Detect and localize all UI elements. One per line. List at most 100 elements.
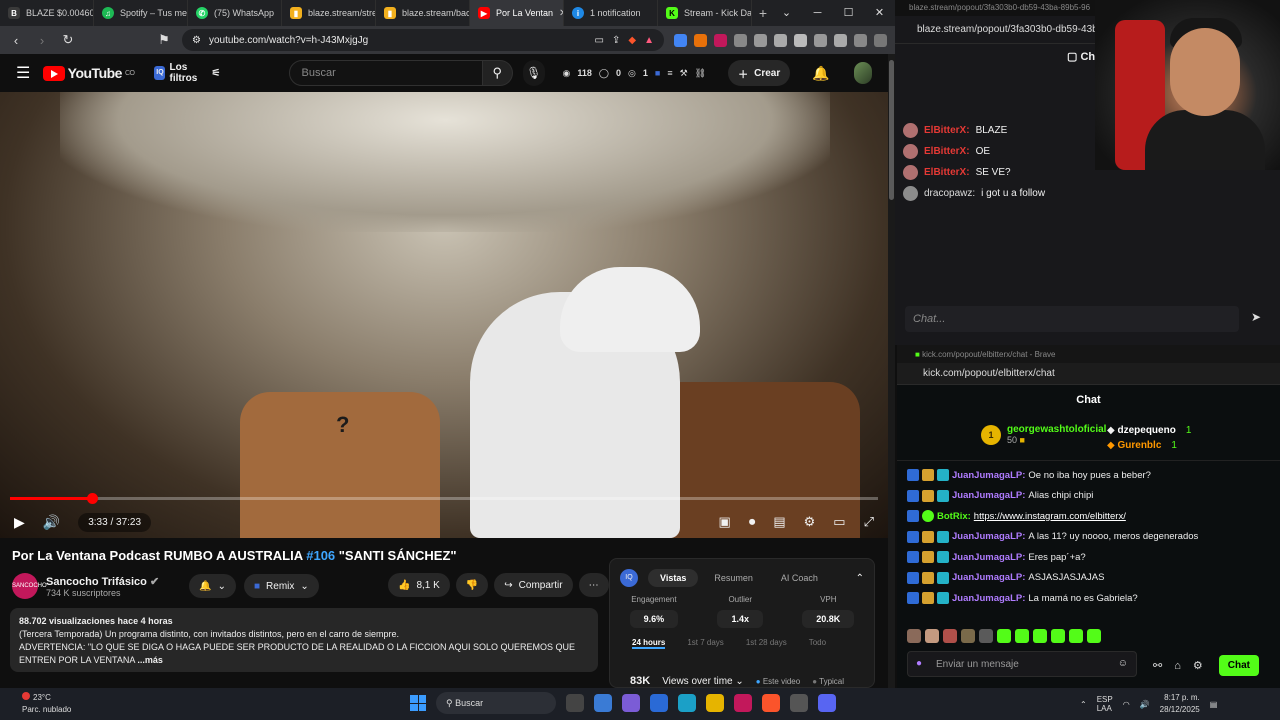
settings-gear-icon[interactable]: ⚙ — [1193, 659, 1203, 672]
more-options-button[interactable]: ⋯ — [578, 573, 609, 597]
dropdown-icon[interactable]: ⌄ — [771, 0, 802, 26]
kick-chat-input[interactable]: ● Enviar un mensaje ☺ — [907, 651, 1137, 677]
tab-spotify[interactable]: ♫ Spotify – Tus me — [94, 0, 188, 26]
mail-icon[interactable] — [734, 694, 752, 712]
minimize-icon[interactable]: ─ — [802, 0, 833, 26]
subscribe-bell-button[interactable]: 🔔 ⌄ — [189, 574, 236, 598]
send-chat-button[interactable]: Chat — [1218, 655, 1259, 676]
like-button[interactable]: 👍 8,1 K — [388, 573, 450, 597]
volume-icon[interactable]: 🔊 — [1140, 700, 1150, 709]
filters-button[interactable]: IQ Los filtros ⚟ — [154, 62, 221, 84]
emote-icon[interactable] — [979, 629, 993, 643]
fullscreen-icon[interactable]: ⤢ — [864, 514, 874, 530]
youtube-logo[interactable]: YouTube CO — [42, 65, 135, 81]
blaze-chat-input[interactable]: Chat... — [905, 306, 1239, 332]
search-input[interactable]: Buscar — [288, 60, 483, 86]
cast-icon[interactable]: ▭ — [595, 35, 604, 46]
discord-icon[interactable] — [818, 694, 836, 712]
tab-youtube-active[interactable]: ▶Por La Ventan✕ — [470, 0, 564, 26]
tab-ai-coach[interactable]: AI Coach — [769, 569, 830, 587]
autoplay-toggle-icon[interactable]: ⏺ — [749, 514, 756, 530]
tab-blaze-stream-2[interactable]: ▮ blaze.stream/bac — [376, 0, 470, 26]
scrollbar-thumb[interactable] — [889, 60, 894, 200]
settings-gear-icon[interactable]: ⚙ — [804, 514, 816, 530]
windows-start-icon[interactable] — [410, 695, 426, 711]
list-icon[interactable]: ≡ — [667, 68, 672, 78]
back-icon[interactable]: ‹ — [8, 33, 24, 48]
emote-icon[interactable] — [1033, 629, 1047, 643]
emote-icon[interactable] — [925, 629, 939, 643]
extension-icon[interactable] — [714, 33, 727, 47]
emoji-icon[interactable]: ☺ — [1118, 658, 1128, 669]
share-button[interactable]: ↪ Compartir — [494, 573, 573, 597]
maximize-icon[interactable]: ☐ — [833, 0, 864, 26]
range-28d[interactable]: 1st 28 days — [746, 638, 787, 649]
iq-player-icon[interactable]: ▣ — [719, 514, 731, 530]
translate-icon[interactable] — [674, 33, 687, 47]
create-button[interactable]: ＋ Crear — [728, 60, 791, 86]
close-window-icon[interactable]: ✕ — [864, 0, 895, 26]
wallet-icon[interactable] — [814, 33, 827, 47]
emote-icon[interactable] — [1087, 629, 1101, 643]
hashtag-link[interactable]: #106 — [306, 548, 335, 563]
sidebar-icon[interactable] — [794, 33, 807, 47]
views-dropdown[interactable]: Views over time ⌄ — [662, 676, 744, 687]
share-icon[interactable]: ⚯ — [1153, 659, 1162, 672]
app-icon[interactable] — [790, 694, 808, 712]
extension-icon[interactable] — [694, 33, 707, 47]
puzzle-icon[interactable] — [734, 33, 747, 47]
site-info-icon[interactable]: ⚙ — [192, 35, 201, 46]
copilot-icon[interactable] — [622, 694, 640, 712]
store-icon[interactable]: ⌂ — [1174, 660, 1181, 672]
task-view-icon[interactable] — [566, 694, 584, 712]
page-scrollbar[interactable] — [888, 54, 895, 688]
store-icon[interactable] — [650, 694, 668, 712]
progress-bar[interactable] — [10, 493, 878, 504]
folder-icon[interactable] — [706, 694, 724, 712]
share-icon[interactable]: ⇪ — [612, 35, 620, 46]
account-avatar[interactable] — [853, 62, 872, 84]
url-field[interactable]: ⚙ youtube.com/watch?v=h-J43MxjgJg ▭ ⇪ ◆ … — [182, 29, 664, 51]
search-button[interactable]: ⚲ — [482, 60, 513, 86]
instagram-link[interactable]: https://www.instagram.com/elbitterx/ — [974, 511, 1126, 522]
brave-icon[interactable] — [762, 694, 780, 712]
bookmark-page-icon[interactable]: ⚑ — [156, 32, 172, 48]
menu-icon[interactable] — [874, 33, 887, 47]
brave-shield-icon[interactable]: ◆ — [628, 35, 636, 46]
channel-name[interactable]: Sancocho Trifásico ✔ — [46, 575, 159, 588]
tab-notification[interactable]: i1 notification — [564, 0, 658, 26]
media-icon[interactable] — [774, 33, 787, 47]
hamburger-menu-icon[interactable]: ☰ — [16, 63, 33, 83]
top-gifter[interactable]: 1 georgewashtoloficial 50 ■ — [981, 424, 1106, 445]
remix-button[interactable]: ■ Remix ⌄ — [244, 574, 319, 598]
send-arrow-icon[interactable]: ➤ — [1251, 310, 1261, 324]
tab-blaze[interactable]: B BLAZE $0.004607 — [0, 0, 94, 26]
leo-icon[interactable] — [834, 33, 847, 47]
extension-icon[interactable] — [754, 33, 767, 47]
notifications-icon[interactable]: ▤ — [1210, 700, 1218, 709]
notifications-bell-icon[interactable]: 🔔 — [812, 65, 829, 82]
kick-url[interactable]: kick.com/popout/elbitterx/chat — [897, 363, 1280, 385]
show-more-link[interactable]: ...más — [137, 655, 163, 665]
description-box[interactable]: 88.702 visualizaciones hace 4 horas (Ter… — [10, 608, 598, 672]
emote-icon[interactable] — [907, 629, 921, 643]
wifi-icon[interactable]: ◠ — [1123, 700, 1130, 709]
tools-icon[interactable]: ⚒ — [680, 68, 688, 79]
tab-vistas[interactable]: Vistas — [648, 569, 699, 587]
emote-icon[interactable] — [1069, 629, 1083, 643]
range-24h[interactable]: 24 hours — [632, 638, 666, 649]
theater-mode-icon[interactable]: ▭ — [833, 514, 845, 530]
tab-blaze-stream-1[interactable]: ▮ blaze.stream/stre — [282, 0, 376, 26]
iq-icon[interactable]: ■ — [655, 68, 660, 78]
voice-search-mic-icon[interactable]: 🎙 — [522, 60, 545, 86]
tab-whatsapp[interactable]: ✆ (75) WhatsApp — [188, 0, 282, 26]
forward-icon[interactable]: › — [34, 33, 50, 48]
channel-avatar[interactable]: SANCOCHO — [12, 573, 47, 599]
link-icon[interactable]: ⛓ — [695, 68, 706, 79]
play-icon[interactable]: ▶ — [14, 514, 25, 531]
tab-resumen[interactable]: Resumen — [702, 569, 765, 587]
volume-icon[interactable]: 🔊 — [43, 514, 60, 531]
vpn-icon[interactable] — [854, 33, 867, 47]
emote-icon[interactable] — [961, 629, 975, 643]
dislike-button[interactable]: 👎 — [455, 573, 489, 597]
